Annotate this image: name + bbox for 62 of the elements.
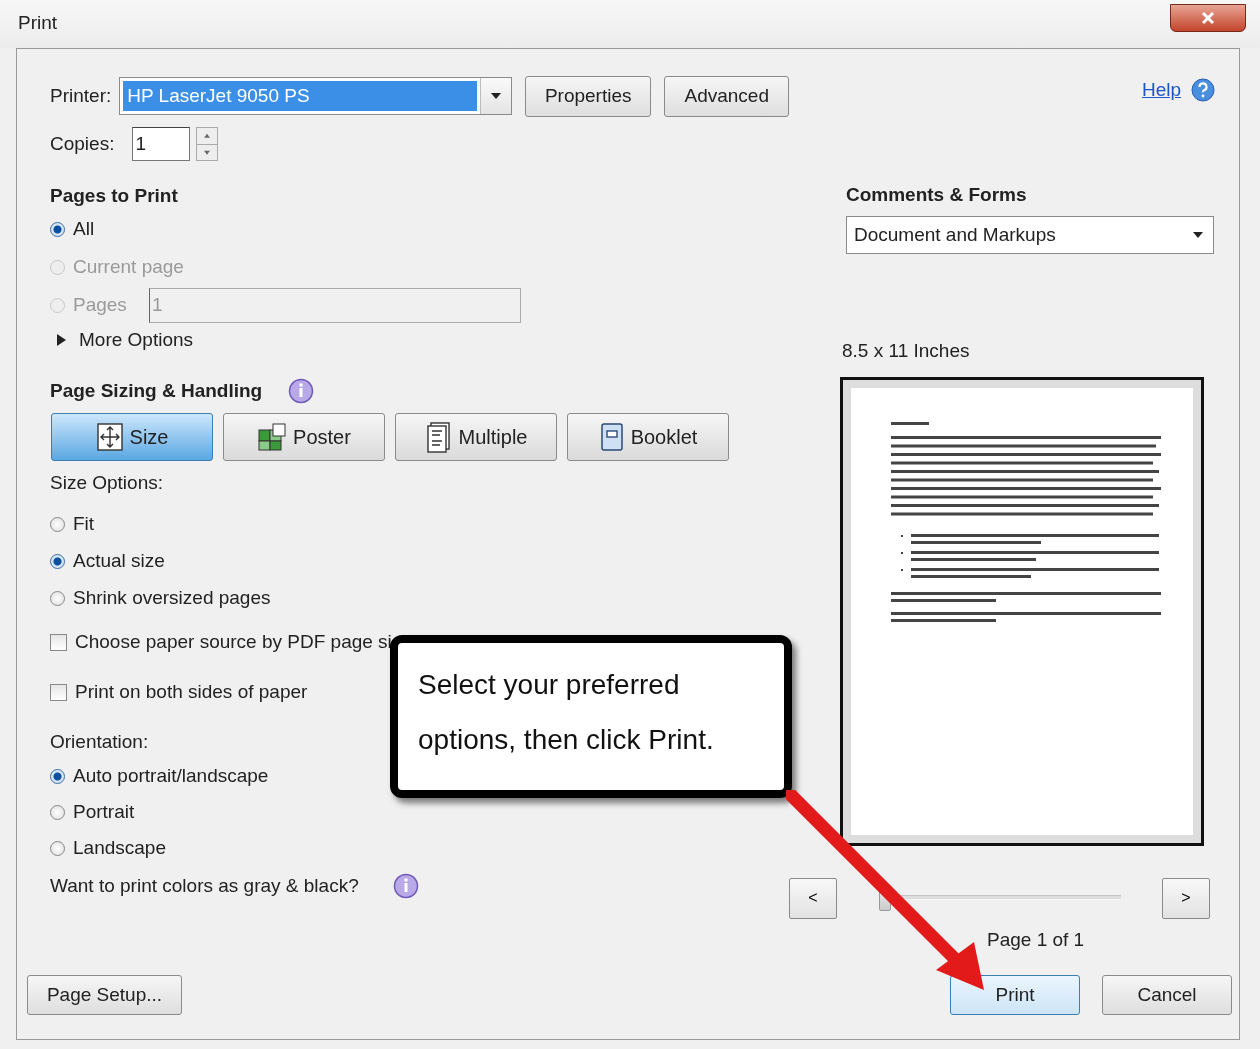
caret-icon xyxy=(1193,232,1203,238)
option-label: Landscape xyxy=(73,837,166,859)
radio-button[interactable] xyxy=(50,590,65,606)
option-label: Actual size xyxy=(73,550,165,572)
close-icon xyxy=(1200,11,1216,25)
previous-page-button[interactable]: < xyxy=(789,877,837,919)
caret-icon xyxy=(490,93,501,99)
more-options-toggle[interactable]: More Options xyxy=(79,329,194,351)
dialog-button[interactable]: Properties xyxy=(524,75,652,117)
size-options-label: Size Options: xyxy=(50,471,163,495)
poster-mode-button[interactable]: Poster xyxy=(223,413,385,461)
printer-value: HP LaserJet 9050 PS xyxy=(123,81,477,111)
page-setup-button[interactable]: Page Setup... xyxy=(27,975,182,1015)
radio-button[interactable] xyxy=(50,804,65,820)
print-button[interactable]: Print xyxy=(950,975,1080,1015)
option-label: Shrink oversized pages xyxy=(73,587,271,609)
option-label: All xyxy=(73,218,95,240)
option-label: Auto portrait/landscape xyxy=(73,765,269,787)
section-heading: Comments & Forms xyxy=(846,183,1028,207)
comments-dropdown[interactable]: Document and Markups xyxy=(846,216,1214,254)
window-title: Print xyxy=(18,12,58,34)
section-heading: Page Sizing & Handling xyxy=(50,379,263,403)
multiple-mode-button[interactable]: Multiple xyxy=(395,413,557,461)
booklet-icon xyxy=(598,422,625,452)
resize-icon xyxy=(95,422,124,452)
help-link[interactable]: Help xyxy=(1141,79,1181,101)
print-mode-question: Want to print colors as gray & black? xyxy=(50,875,359,897)
booklet-mode-button[interactable]: Booklet xyxy=(567,413,729,461)
info-icon[interactable] xyxy=(288,378,315,404)
info-icon[interactable] xyxy=(392,873,419,899)
radio-button[interactable] xyxy=(50,768,65,784)
section-heading: Pages to Print xyxy=(50,184,179,208)
help-icon[interactable] xyxy=(1191,78,1215,102)
dialog-button[interactable]: Advanced xyxy=(664,75,789,117)
orientation-label: Orientation: xyxy=(50,730,149,754)
option-label: Fit xyxy=(73,513,95,535)
radio-button[interactable] xyxy=(50,553,65,569)
option-label: Pages xyxy=(73,294,127,316)
dropdown-value: Document and Markups xyxy=(853,224,1057,246)
copies-field[interactable]: 1 xyxy=(132,127,191,161)
radio-button[interactable] xyxy=(50,516,65,532)
callout-tooltip: Select your preferred options, then click Print. xyxy=(390,635,792,798)
checkbox[interactable] xyxy=(50,683,67,701)
checkbox[interactable] xyxy=(50,633,67,651)
page-count: Page 1 of 1 xyxy=(987,928,1086,952)
printer-label: Printer: xyxy=(50,85,112,107)
poster-icon xyxy=(257,422,288,452)
radio-button[interactable] xyxy=(50,840,65,856)
copies-label: Copies: xyxy=(50,133,115,155)
cancel-button[interactable]: Cancel xyxy=(1102,975,1232,1015)
stacked-pages-icon xyxy=(424,421,453,453)
size-mode-button[interactable]: Size xyxy=(51,413,213,461)
checkbox-label: Choose paper source by PDF page si xyxy=(75,631,392,653)
radio-button[interactable] xyxy=(50,221,65,237)
spin-buttons[interactable] xyxy=(196,127,219,161)
option-label: Portrait xyxy=(73,801,135,823)
close-button[interactable] xyxy=(1170,4,1246,32)
checkbox-label: Print on both sides of paper xyxy=(75,681,308,703)
next-page-button[interactable]: > xyxy=(1162,877,1210,919)
option-label: Current page xyxy=(73,256,184,278)
paper-size-label: 8.5 x 11 Inches xyxy=(842,339,971,363)
expand-arrow-icon[interactable] xyxy=(56,334,67,346)
